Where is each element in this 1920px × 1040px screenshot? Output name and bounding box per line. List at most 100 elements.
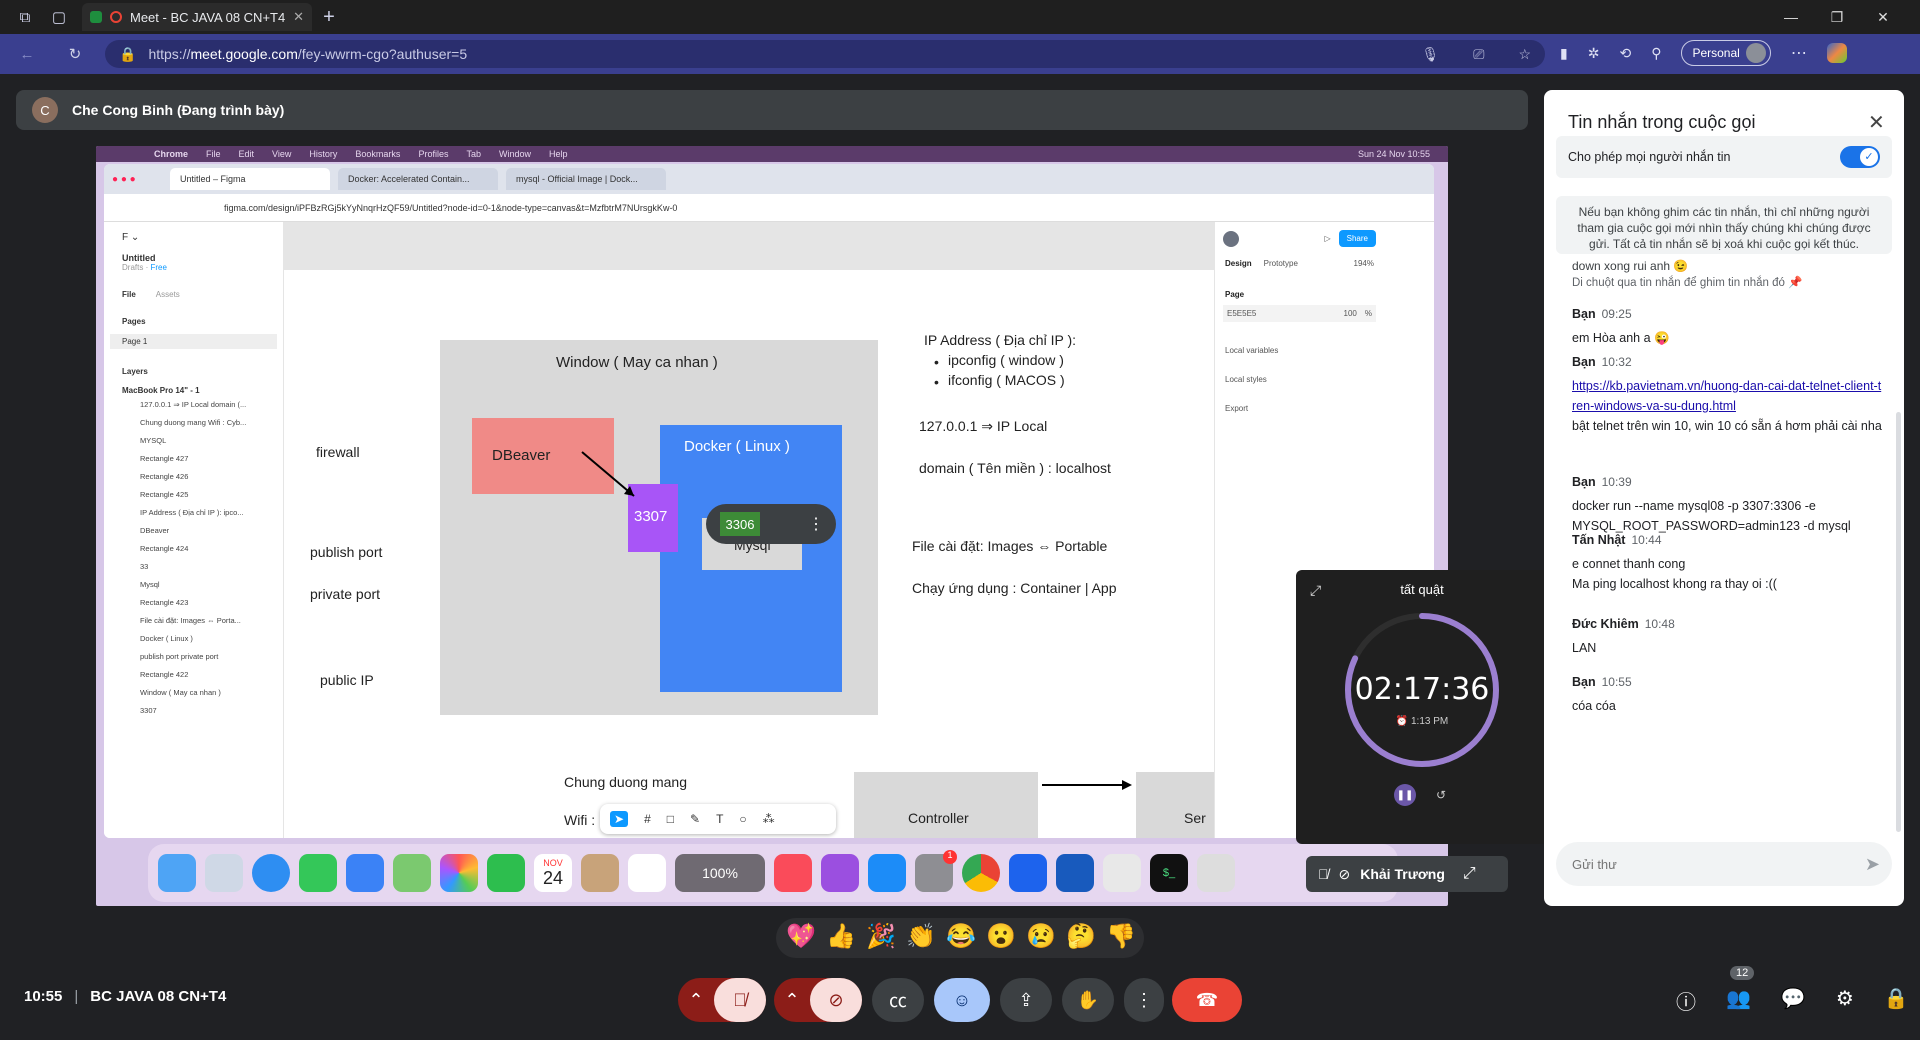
maps-icon bbox=[393, 854, 431, 892]
clap-reaction[interactable]: 👏 bbox=[906, 922, 936, 951]
bullet-dots: • • bbox=[934, 354, 939, 390]
mic-options-icon[interactable]: ⌃ bbox=[678, 990, 714, 1011]
tab-meet[interactable]: Meet - BC JAVA 08 CN+T4 ✕ bbox=[82, 3, 312, 31]
more-options-button[interactable]: ⋮ bbox=[1124, 978, 1164, 1022]
participant-name: Khải Trương bbox=[1360, 866, 1445, 882]
message-link[interactable]: https://kb.pavietnam.vn/huong-dan-cai-da… bbox=[1572, 376, 1882, 416]
message-sender: Bạn bbox=[1572, 675, 1596, 689]
url-field[interactable]: 🔒 https://meet.google.com/fey-wwrm-cgo?a… bbox=[105, 40, 1545, 68]
local-styles: Local styles bbox=[1225, 375, 1267, 384]
expand-icon[interactable]: ⤢ bbox=[1463, 865, 1476, 883]
chat-message: Bạn 10:39 docker run --name mysql08 -p 33… bbox=[1572, 472, 1882, 536]
chrome-icon bbox=[962, 854, 1000, 892]
mic-off-button[interactable]: 🎙̸ bbox=[714, 978, 766, 1022]
tab-close-icon[interactable]: ✕ bbox=[293, 9, 304, 25]
publish-port-label: publish port bbox=[310, 544, 383, 560]
safari-icon bbox=[252, 854, 290, 892]
assets-tab: Assets bbox=[155, 290, 180, 299]
layer-item: Rectangle 423 bbox=[140, 598, 189, 607]
history-icon[interactable]: ⟲ bbox=[1619, 45, 1631, 62]
emoji-button[interactable]: ☺ bbox=[934, 978, 990, 1022]
chat-scrollbar[interactable] bbox=[1896, 412, 1901, 832]
pause-button[interactable]: ❚❚ bbox=[1394, 784, 1416, 806]
canvas-gray-band bbox=[284, 222, 1214, 270]
more-menu-icon[interactable]: ⋯ bbox=[1791, 43, 1807, 63]
chat-input[interactable] bbox=[1572, 856, 1865, 872]
allow-toggle[interactable]: ✓ bbox=[1840, 146, 1880, 168]
sad-reaction[interactable]: 😢 bbox=[1026, 922, 1056, 951]
layer-item: Rectangle 427 bbox=[140, 454, 189, 463]
chat-message: Đức Khiêm 10:48 LAN bbox=[1572, 614, 1675, 658]
workspaces-icon[interactable]: ⧉ bbox=[8, 0, 42, 34]
app-store-icon bbox=[868, 854, 906, 892]
participant-tile[interactable]: 🎙̸ ⊘ Khải Trương ⤢ bbox=[1306, 856, 1508, 892]
actions-tool-icon: ⁂ bbox=[762, 812, 775, 826]
thinking-reaction[interactable]: 🤔 bbox=[1066, 922, 1096, 951]
chat-icon[interactable]: 💬 bbox=[1781, 986, 1806, 1015]
contacts-icon bbox=[581, 854, 619, 892]
extensions-sidebar-icon[interactable]: ▮ bbox=[1560, 45, 1568, 62]
layer-item: Rectangle 425 bbox=[140, 490, 189, 499]
leave-call-button[interactable]: ☎ bbox=[1172, 978, 1242, 1022]
message-time: 10:39 bbox=[1601, 475, 1632, 489]
mic-icon[interactable]: 🎙 bbox=[1421, 46, 1439, 63]
present-icon: ▷ bbox=[1324, 234, 1331, 243]
send-icon[interactable]: ➤ bbox=[1865, 854, 1880, 875]
presenter-avatar: C bbox=[32, 97, 58, 123]
host-controls-icon[interactable]: 🔒 bbox=[1884, 986, 1909, 1015]
reload-icon[interactable]: ↻ bbox=[58, 37, 92, 71]
camera-off-button[interactable]: ⊘ bbox=[810, 978, 862, 1022]
url-prefix: https:// bbox=[148, 46, 191, 62]
meet-favicon-icon bbox=[90, 11, 102, 23]
close-window-icon[interactable]: ✕ bbox=[1860, 9, 1906, 26]
message-sender: Bạn bbox=[1572, 475, 1596, 489]
heart-reaction[interactable]: 💖 bbox=[786, 922, 816, 951]
laugh-reaction[interactable]: 😂 bbox=[946, 922, 976, 951]
chat-input-box[interactable]: ➤ bbox=[1556, 842, 1892, 886]
layer-item: Rectangle 422 bbox=[140, 670, 189, 679]
separator: | bbox=[74, 988, 79, 1005]
camera-options-icon[interactable]: ⌃ bbox=[774, 990, 810, 1011]
mac-menu-item: View bbox=[272, 149, 292, 159]
close-icon[interactable]: ✕ bbox=[1868, 110, 1885, 135]
reset-button[interactable]: ↺ bbox=[1430, 784, 1452, 806]
text-tool-icon: T bbox=[716, 812, 724, 826]
tab-actions-icon[interactable]: ▢ bbox=[42, 0, 76, 34]
tab-title: mysql - Official Image | Dock... bbox=[516, 174, 638, 184]
back-icon[interactable]: ← bbox=[10, 37, 44, 71]
opacity-unit: % bbox=[1364, 309, 1372, 318]
activities-icon[interactable]: ⚙ bbox=[1836, 986, 1854, 1015]
docker-icon bbox=[1009, 854, 1047, 892]
captions-button[interactable]: ㏄ bbox=[872, 978, 924, 1022]
camera-group: ⌃ ⊘ bbox=[774, 978, 862, 1022]
cast-icon[interactable]: ⎚ bbox=[1473, 46, 1484, 63]
message-sender: Tấn Nhật bbox=[1572, 533, 1626, 547]
export-label: Export bbox=[1225, 404, 1249, 413]
layer-item: 33 bbox=[140, 562, 149, 571]
podcasts-icon bbox=[821, 854, 859, 892]
profile-button[interactable]: Personal bbox=[1681, 40, 1771, 66]
party-reaction[interactable]: 🎉 bbox=[866, 922, 896, 951]
figma-menu-icon: F ⌄ bbox=[122, 232, 140, 243]
thumbs-up-reaction[interactable]: 👍 bbox=[826, 922, 856, 951]
extensions-icon[interactable]: ✲ bbox=[1588, 45, 1600, 62]
people-icon[interactable]: 👥 12 bbox=[1726, 966, 1755, 1015]
page-section-label: Page bbox=[1225, 290, 1245, 299]
mac-menu-item: History bbox=[309, 149, 338, 159]
translate-icon[interactable]: ⚲ bbox=[1651, 45, 1661, 62]
restore-icon[interactable]: ❐ bbox=[1814, 9, 1860, 26]
copilot-icon[interactable] bbox=[1826, 43, 1847, 63]
browser-tab-bar: ⧉ ▢ Meet - BC JAVA 08 CN+T4 ✕ + — ❐ ✕ bbox=[0, 0, 1920, 34]
figma-toolbar: ➤ # □ ✎ T ○ ⁂ bbox=[600, 804, 836, 834]
calendar-day: 24 bbox=[542, 867, 564, 888]
panel-top: ▷ Share bbox=[1215, 222, 1384, 255]
thumbs-down-reaction[interactable]: 👎 bbox=[1106, 922, 1136, 951]
present-button[interactable]: ⇪ bbox=[1000, 978, 1052, 1022]
info-icon[interactable]: ⓘ bbox=[1676, 986, 1696, 1015]
new-tab-icon[interactable]: + bbox=[312, 0, 346, 34]
raise-hand-button[interactable]: ✋ bbox=[1062, 978, 1114, 1022]
bookmark-star-icon[interactable]: ☆ bbox=[1518, 46, 1531, 63]
surprised-reaction[interactable]: 😮 bbox=[986, 922, 1016, 951]
url-host: meet.google.com bbox=[190, 46, 298, 62]
minimize-icon[interactable]: — bbox=[1768, 9, 1814, 25]
